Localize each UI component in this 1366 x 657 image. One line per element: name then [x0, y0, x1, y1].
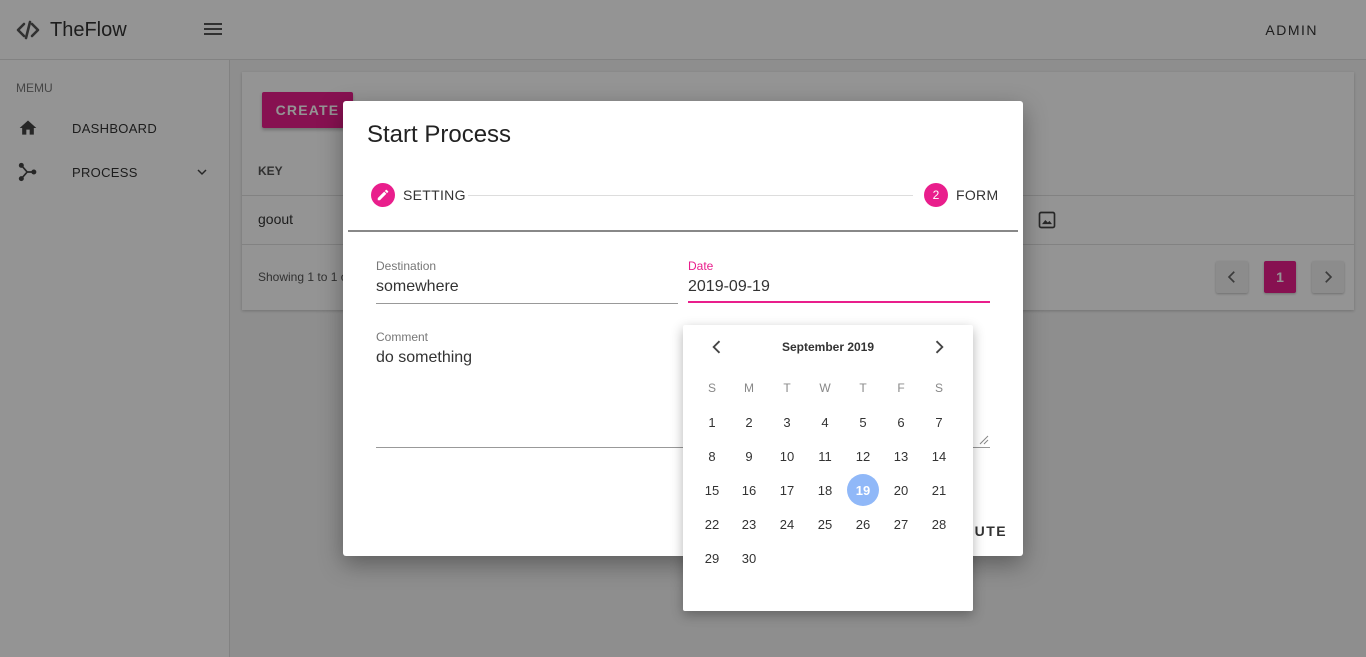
calendar-day[interactable]: 7 [923, 406, 955, 438]
comment-textarea[interactable]: do something [376, 349, 472, 367]
divider [348, 230, 1018, 232]
calendar-day[interactable]: 27 [885, 508, 917, 540]
calendar-day[interactable]: 20 [885, 474, 917, 506]
weekday-header: T [859, 381, 867, 395]
calendar-day[interactable]: 17 [771, 474, 803, 506]
calendar-day[interactable]: 9 [733, 440, 765, 472]
weekday-header: S [934, 381, 943, 395]
calendar-day[interactable]: 23 [733, 508, 765, 540]
calendar-day[interactable]: 8 [696, 440, 728, 472]
calendar-day[interactable]: 10 [771, 440, 803, 472]
calendar-day[interactable]: 5 [847, 406, 879, 438]
chevron-right-icon[interactable] [929, 337, 949, 357]
calendar-day[interactable]: 22 [696, 508, 728, 540]
calendar-day[interactable]: 2 [733, 406, 765, 438]
step-setting[interactable]: SETTING [371, 183, 466, 207]
date-underline [688, 301, 990, 303]
calendar-day[interactable]: 4 [809, 406, 841, 438]
calendar-day[interactable]: 24 [771, 508, 803, 540]
calendar-day[interactable]: 30 [733, 542, 765, 574]
calendar-day[interactable]: 15 [696, 474, 728, 506]
dialog-title: Start Process [367, 121, 512, 148]
calendar-day[interactable]: 16 [733, 474, 765, 506]
step-form[interactable]: 2 FORM [924, 183, 998, 207]
calendar-day[interactable]: 29 [696, 542, 728, 574]
calendar-day[interactable]: 14 [923, 440, 955, 472]
destination-underline [376, 303, 678, 304]
calendar-day-selected[interactable]: 19 [847, 474, 879, 506]
calendar-day[interactable]: 26 [847, 508, 879, 540]
calendar-day[interactable]: 28 [923, 508, 955, 540]
date-picker: September 2019 S M T W T F S 1 2 3 4 5 6 7 8 9 10 11 12 13 1… [683, 325, 973, 611]
calendar-day[interactable]: 3 [771, 406, 803, 438]
calendar-day[interactable]: 6 [885, 406, 917, 438]
step-label: SETTING [403, 187, 466, 203]
calendar-day[interactable]: 21 [923, 474, 955, 506]
calendar-day[interactable]: 18 [809, 474, 841, 506]
date-label: Date [688, 259, 714, 273]
calendar-day[interactable]: 11 [809, 440, 841, 472]
weekday-header: W [819, 381, 831, 395]
weekday-header: T [783, 381, 791, 395]
weekday-header: M [744, 381, 754, 395]
comment-label: Comment [376, 330, 429, 344]
weekday-header: F [897, 381, 905, 395]
calendar-day[interactable]: 13 [885, 440, 917, 472]
calendar-day[interactable]: 1 [696, 406, 728, 438]
stepper-connector [468, 195, 913, 196]
step-label: FORM [956, 187, 999, 203]
destination-label: Destination [376, 259, 437, 273]
date-field[interactable]: 2019-09-19 [688, 278, 770, 296]
resize-handle-icon[interactable] [979, 435, 989, 445]
pencil-icon [371, 183, 395, 207]
calendar-day[interactable]: 25 [809, 508, 841, 540]
weekday-header: S [707, 381, 716, 395]
step-number: 2 [924, 183, 948, 207]
calendar-day[interactable]: 12 [847, 440, 879, 472]
destination-field[interactable]: somewhere [376, 278, 459, 296]
